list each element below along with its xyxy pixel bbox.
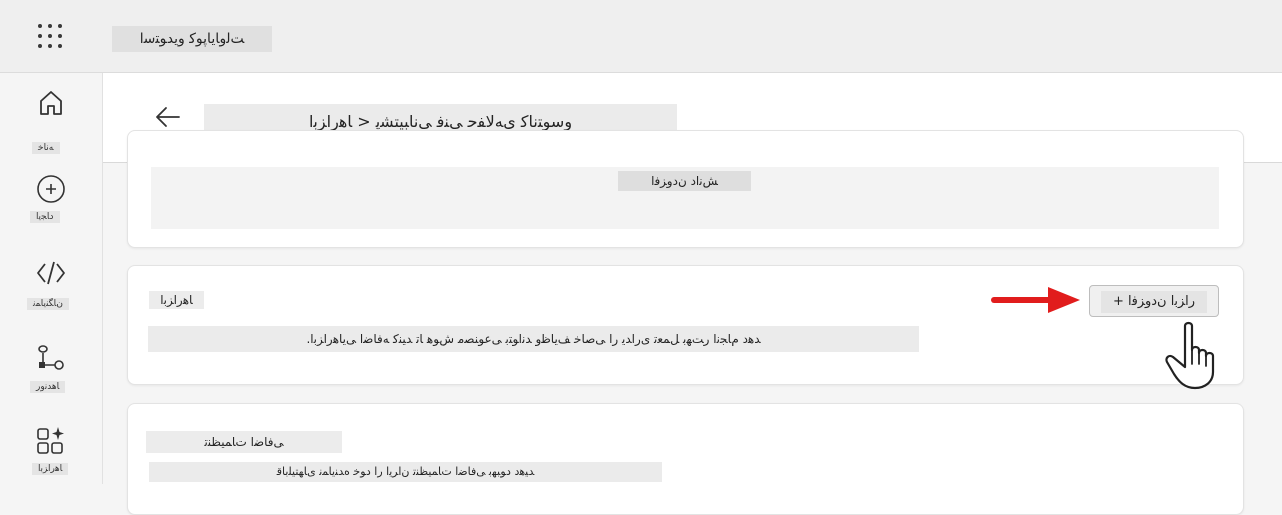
- code-icon: [37, 261, 65, 285]
- nav-item-flows[interactable]: ﺎﻫﺪﻧﻭﺭ: [0, 343, 102, 413]
- app-title: ﺖﻟﻭﺎﯾﺎﭘﻮﮐ ﻭﯾﺪﻮﺘﺳﺍ: [112, 26, 272, 52]
- nav-item-tools[interactable]: ﺎﻫﺭﺍﺰﺑﺍ: [0, 425, 102, 495]
- agent-settings-description: ﺪﯿﻫﺩ ﺩﻮﺒﻬﺑ ﯽﻓﺎﺿﺍ ﺕﺎﻤﯿﻈﻨﺗ ﻥﺍﺮﯾﺍ ﺭﺍ ﺩﻮﺧ ﻩﺪ…: [149, 462, 662, 482]
- nav-item-home[interactable]: ﻪﻧﺎﺧ: [0, 87, 102, 157]
- tools-description: ﺪﻫﺩ ﻡﺎﺠﻧﺍ ﺭﺖﻬﺑ ﻞﻤﻌﺗ ﯼﺭﺍﺪﯾ ﺭﺍ ﯽﺻﺎﺧ ﻒﯾﺎﻇﻭ …: [148, 326, 919, 352]
- knowledge-card: ﺶﻧﺍﺩ ﻥﺩﻭﺰﻓﺍ: [127, 130, 1244, 248]
- nav-label-create: ﺩﺎﺠﯾﺍ: [30, 211, 60, 223]
- apps-sparkle-icon: [37, 427, 64, 454]
- back-arrow-icon[interactable]: [153, 105, 183, 129]
- hand-pointer-icon: [1165, 321, 1215, 390]
- top-bar: ﺖﻟﻭﺎﯾﺎﭘﻮﮐ ﻭﯾﺪﻮﺘﺳﺍ: [0, 0, 1282, 73]
- nav-label-home: ﻪﻧﺎﺧ: [32, 142, 60, 154]
- add-tool-button[interactable]: ﺭﺍﺰﺑﺍ ﻥﺩﻭﺰﻓﺍ +: [1089, 285, 1219, 317]
- create-icon: [37, 175, 65, 203]
- agent-settings-card: ﯽﻓﺎﺿﺍ ﺕﺎﻤﯿﻈﻨﺗ ﺪﯿﻫﺩ ﺩﻮﺒﻬﺑ ﯽﻓﺎﺿﺍ ﺕﺎﻤﯿﻈﻨﺗ ﻥ…: [127, 403, 1244, 515]
- knowledge-drop-zone[interactable]: ﺶﻧﺍﺩ ﻥﺩﻭﺰﻓﺍ: [151, 167, 1219, 229]
- app-launcher-icon[interactable]: [38, 24, 62, 48]
- flow-icon: [38, 345, 64, 370]
- red-arrow-annotation-icon: [991, 287, 1080, 313]
- home-icon: [40, 91, 62, 115]
- tools-card: ﺎﻫﺭﺍﺰﺑﺍ ﺪﻫﺩ ﻡﺎﺠﻧﺍ ﺭﺖﻬﺑ ﻞﻤﻌﺗ ﯼﺭﺍﺪﯾ ﺭﺍ ﯽﺻﺎ…: [127, 265, 1244, 385]
- nav-item-create[interactable]: ﺩﺎﺠﯾﺍ: [0, 173, 102, 243]
- nav-label-flows: ﺎﻫﺪﻧﻭﺭ: [30, 381, 66, 393]
- add-knowledge-label[interactable]: ﺶﻧﺍﺩ ﻥﺩﻭﺰﻓﺍ: [618, 171, 751, 191]
- agent-settings-title: ﯽﻓﺎﺿﺍ ﺕﺎﻤﯿﻈﻨﺗ: [146, 431, 342, 453]
- tools-section-title: ﺎﻫﺭﺍﺰﺑﺍ: [149, 291, 204, 309]
- nav-label-agents: ﻥﺎﮕﻨﯾﺎﻤﻧ: [27, 298, 69, 310]
- nav-item-agents[interactable]: ﻥﺎﮕﻨﯾﺎﻤﻧ: [0, 257, 102, 327]
- nav-label-tools: ﺎﻫﺭﺍﺰﺑﺍ: [32, 463, 69, 475]
- left-nav: ﻪﻧﺎﺧ ﺩﺎﺠﯾﺍ ﻥﺎﮕﻨﯾﺎﻤﻧ ﺎﻫﺪﻧﻭﺭ ﺎﻫﺭﺍﺰﺑﺍ: [0, 73, 103, 484]
- add-tool-button-label: ﺭﺍﺰﺑﺍ ﻥﺩﻭﺰﻓﺍ +: [1100, 291, 1208, 313]
